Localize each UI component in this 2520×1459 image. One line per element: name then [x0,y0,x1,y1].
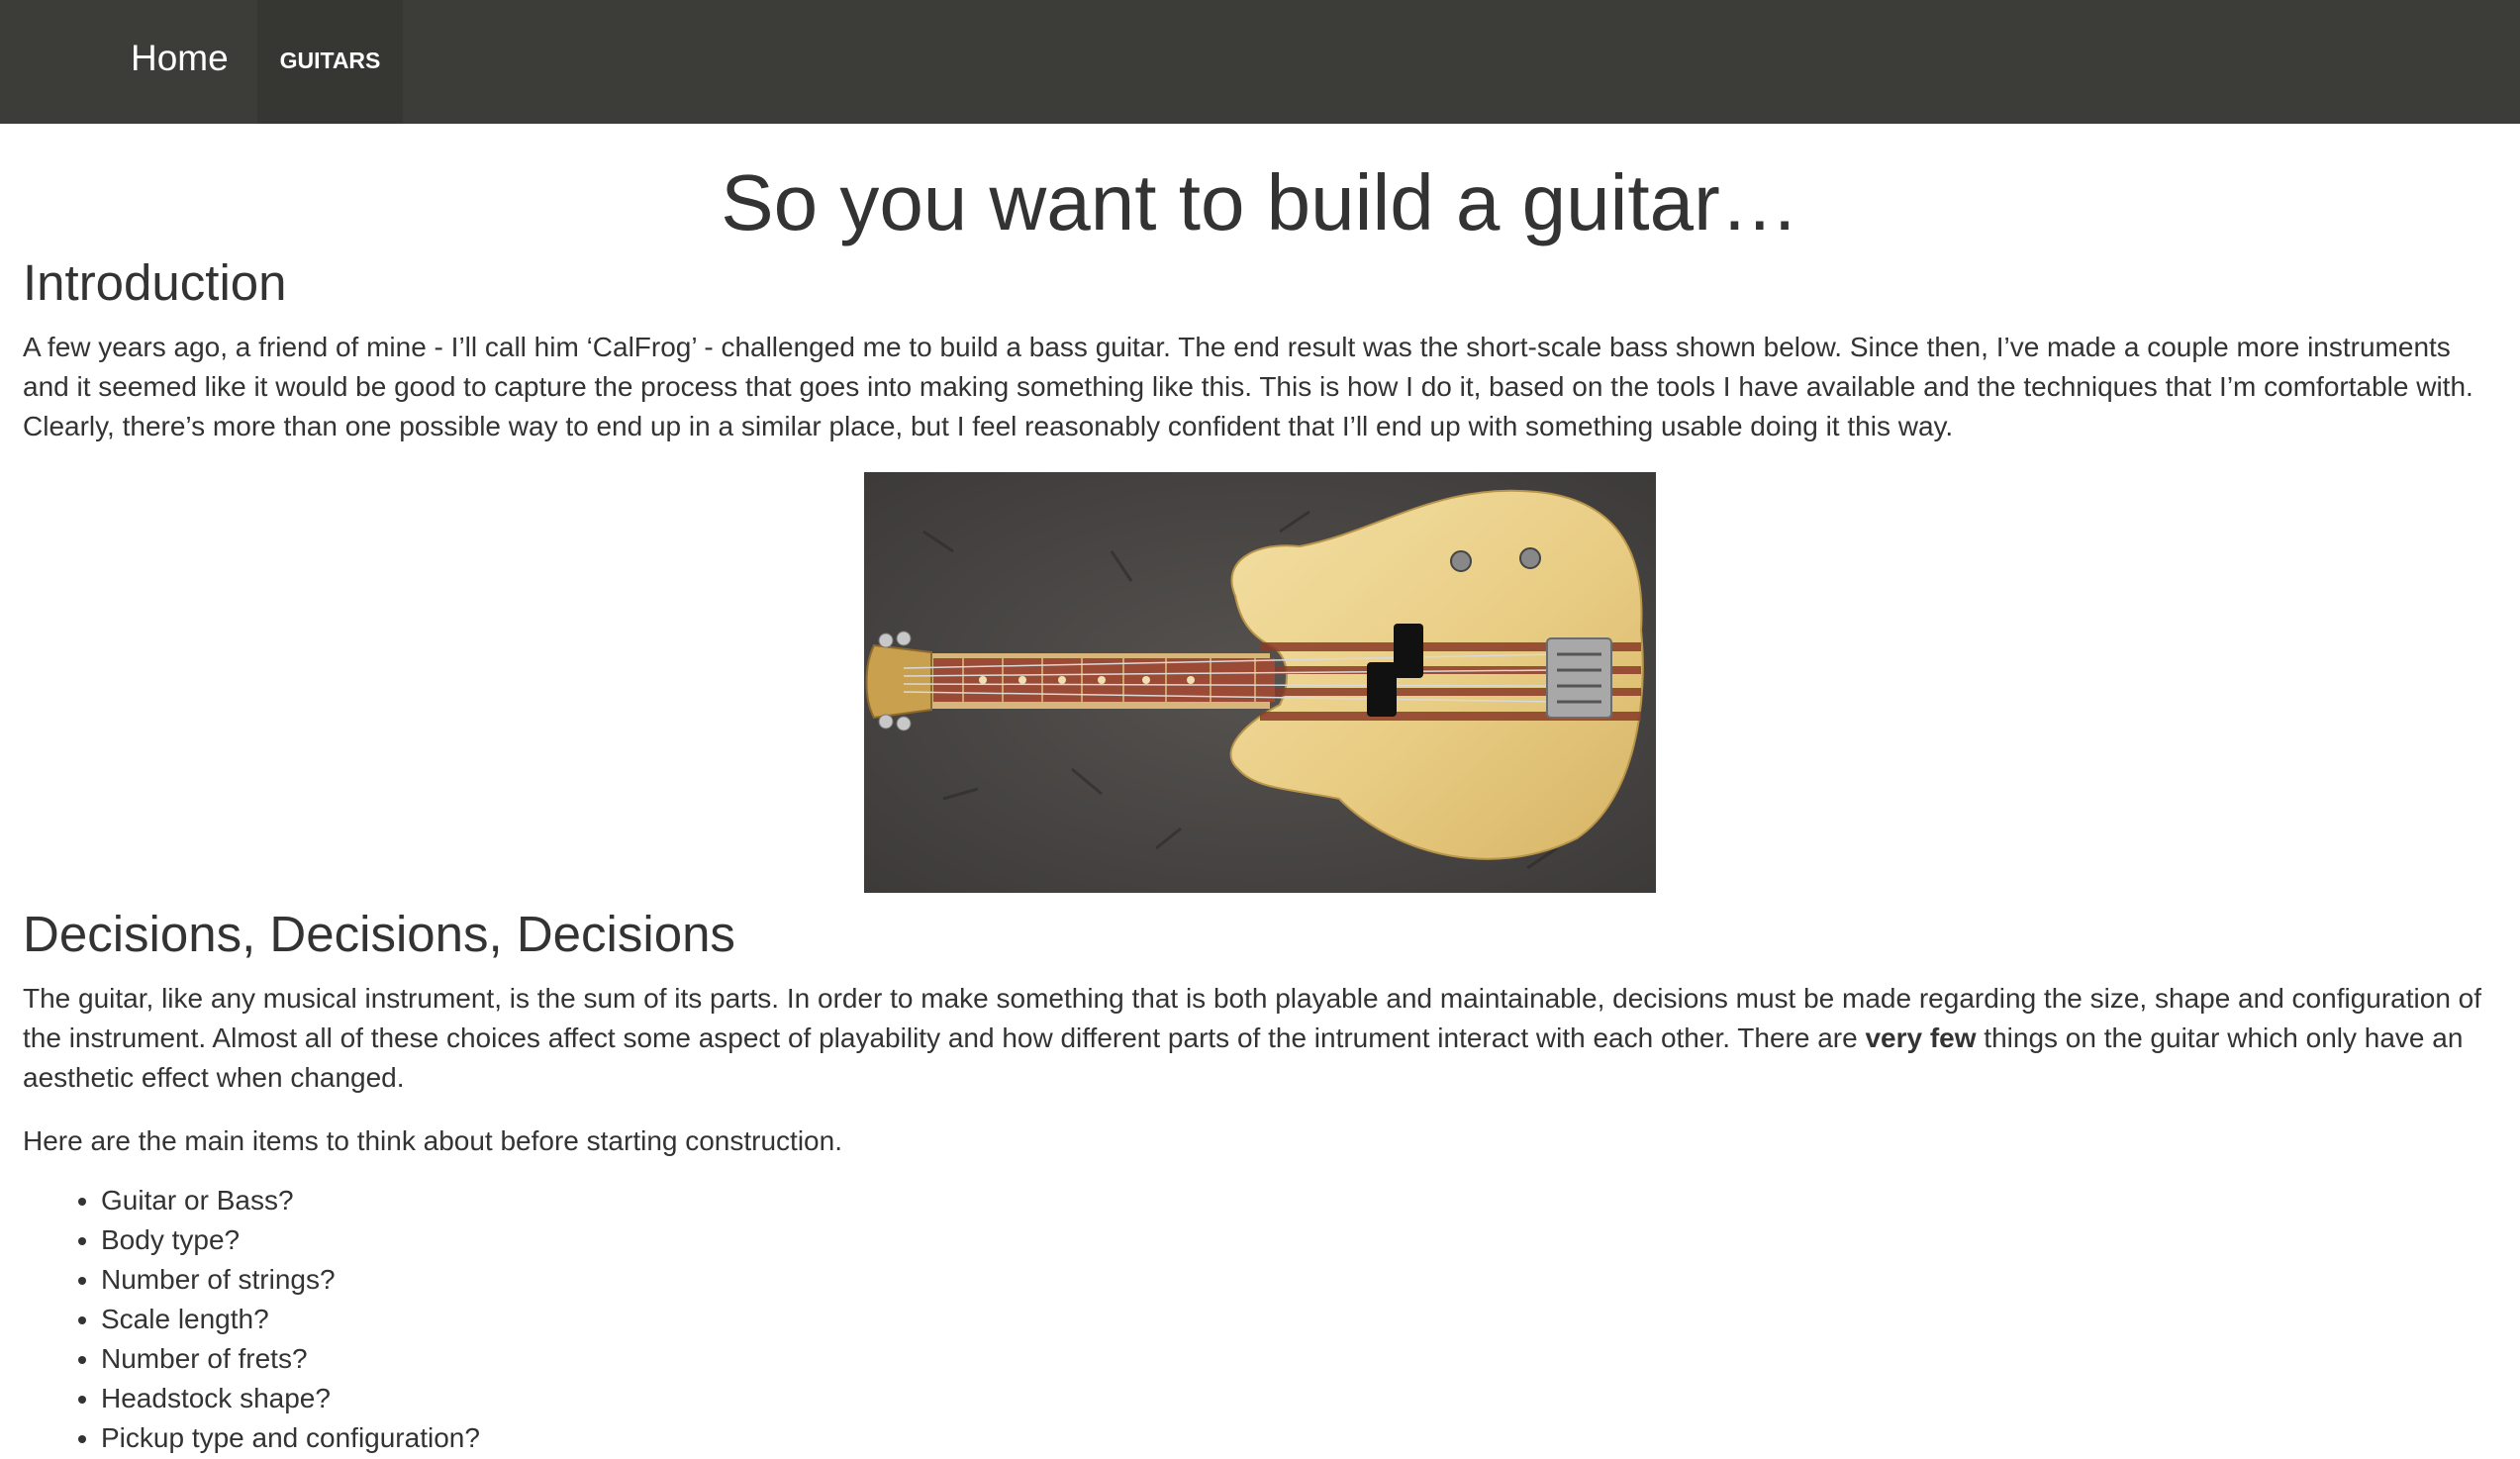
page-title: So you want to build a guitar… [721,158,1799,246]
list-item: Body type? [101,1220,480,1260]
list-item: Guitar or Bass? [101,1181,480,1220]
bass-guitar-photo [864,472,1656,893]
section-heading-introduction: Introduction [23,254,287,311]
section-heading-decisions: Decisions, Decisions, Decisions [23,906,735,962]
considerations-list: Guitar or Bass? Body type? Number of str… [23,1181,480,1458]
list-item: Number of strings? [101,1260,480,1300]
bass-guitar-illustration [864,472,1656,893]
list-item: Pickup type and configuration? [101,1418,480,1458]
list-item: Number of frets? [101,1339,480,1379]
list-item: Headstock shape? [101,1379,480,1418]
home-link[interactable]: Home [131,0,229,117]
top-navbar: Home GUITARS [0,0,2520,124]
nav-item-guitars[interactable]: GUITARS [257,0,403,124]
intro-paragraph: A few years ago, a friend of mine - I’ll… [23,332,2473,441]
list-item: Scale length? [101,1300,480,1339]
decisions-paragraph: The guitar, like any musical instrument,… [23,979,2497,1098]
decisions-paragraph-emphasis: very few [1865,1022,1977,1053]
main-items-lead-in: Here are the main items to think about b… [23,1125,842,1156]
